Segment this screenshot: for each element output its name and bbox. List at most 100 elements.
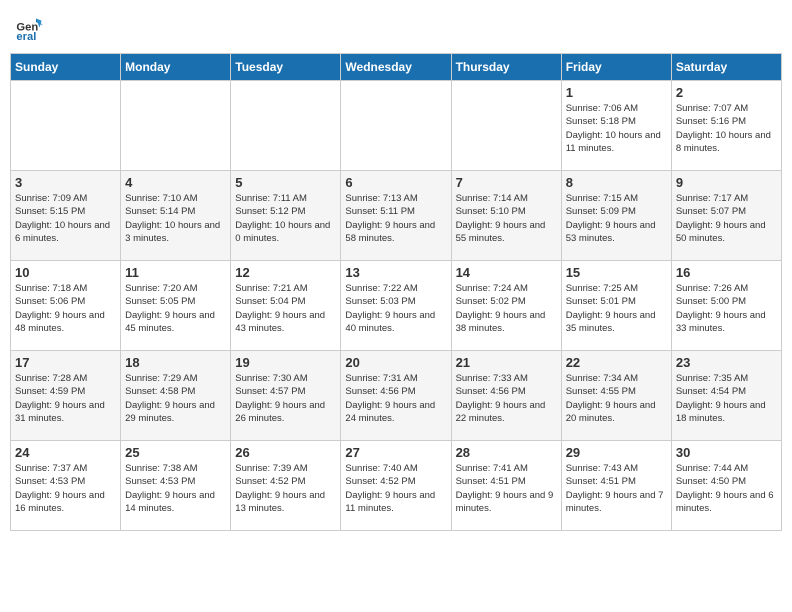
svg-text:eral: eral [16, 31, 36, 43]
weekday-header: Tuesday [231, 54, 341, 81]
calendar-cell: 17 Sunrise: 7:28 AM Sunset: 4:59 PM Dayli… [11, 351, 121, 441]
day-info: Sunrise: 7:28 AM Sunset: 4:59 PM Dayligh… [15, 372, 116, 425]
weekday-header: Monday [121, 54, 231, 81]
calendar-cell: 28 Sunrise: 7:41 AM Sunset: 4:51 PM Dayli… [451, 441, 561, 531]
day-number: 26 [235, 445, 336, 460]
day-number: 1 [566, 85, 667, 100]
calendar-cell [121, 81, 231, 171]
day-info: Sunrise: 7:22 AM Sunset: 5:03 PM Dayligh… [345, 282, 446, 335]
calendar-cell: 8 Sunrise: 7:15 AM Sunset: 5:09 PM Daylig… [561, 171, 671, 261]
day-number: 20 [345, 355, 446, 370]
calendar-cell: 1 Sunrise: 7:06 AM Sunset: 5:18 PM Daylig… [561, 81, 671, 171]
day-number: 11 [125, 265, 226, 280]
day-number: 18 [125, 355, 226, 370]
day-number: 6 [345, 175, 446, 190]
calendar-cell: 6 Sunrise: 7:13 AM Sunset: 5:11 PM Daylig… [341, 171, 451, 261]
day-info: Sunrise: 7:13 AM Sunset: 5:11 PM Dayligh… [345, 192, 446, 245]
day-number: 3 [15, 175, 116, 190]
calendar-week-row: 17 Sunrise: 7:28 AM Sunset: 4:59 PM Dayli… [11, 351, 782, 441]
day-info: Sunrise: 7:06 AM Sunset: 5:18 PM Dayligh… [566, 102, 667, 155]
day-number: 12 [235, 265, 336, 280]
day-info: Sunrise: 7:21 AM Sunset: 5:04 PM Dayligh… [235, 282, 336, 335]
weekday-header: Saturday [671, 54, 781, 81]
calendar: SundayMondayTuesdayWednesdayThursdayFrid… [10, 53, 782, 531]
calendar-cell: 13 Sunrise: 7:22 AM Sunset: 5:03 PM Dayli… [341, 261, 451, 351]
calendar-cell [11, 81, 121, 171]
day-info: Sunrise: 7:11 AM Sunset: 5:12 PM Dayligh… [235, 192, 336, 245]
calendar-cell: 5 Sunrise: 7:11 AM Sunset: 5:12 PM Daylig… [231, 171, 341, 261]
weekday-header: Friday [561, 54, 671, 81]
calendar-cell: 23 Sunrise: 7:35 AM Sunset: 4:54 PM Dayli… [671, 351, 781, 441]
weekday-header: Wednesday [341, 54, 451, 81]
day-info: Sunrise: 7:44 AM Sunset: 4:50 PM Dayligh… [676, 462, 777, 515]
day-info: Sunrise: 7:18 AM Sunset: 5:06 PM Dayligh… [15, 282, 116, 335]
calendar-cell: 3 Sunrise: 7:09 AM Sunset: 5:15 PM Daylig… [11, 171, 121, 261]
day-info: Sunrise: 7:25 AM Sunset: 5:01 PM Dayligh… [566, 282, 667, 335]
day-info: Sunrise: 7:07 AM Sunset: 5:16 PM Dayligh… [676, 102, 777, 155]
day-number: 21 [456, 355, 557, 370]
day-number: 22 [566, 355, 667, 370]
calendar-cell: 7Sunrise: 7:14 AM Sunset: 5:10 PM Daylig… [451, 171, 561, 261]
day-number: 25 [125, 445, 226, 460]
calendar-cell: 12 Sunrise: 7:21 AM Sunset: 5:04 PM Dayli… [231, 261, 341, 351]
day-number: 28 [456, 445, 557, 460]
logo: Gen eral [15, 15, 45, 43]
logo-icon: Gen eral [15, 15, 43, 43]
day-number: 10 [15, 265, 116, 280]
day-info: Sunrise: 7:20 AM Sunset: 5:05 PM Dayligh… [125, 282, 226, 335]
calendar-cell: 25 Sunrise: 7:38 AM Sunset: 4:53 PM Dayli… [121, 441, 231, 531]
day-info: Sunrise: 7:24 AM Sunset: 5:02 PM Dayligh… [456, 282, 557, 335]
day-info: Sunrise: 7:39 AM Sunset: 4:52 PM Dayligh… [235, 462, 336, 515]
calendar-cell: 2 Sunrise: 7:07 AM Sunset: 5:16 PM Daylig… [671, 81, 781, 171]
day-info: Sunrise: 7:43 AM Sunset: 4:51 PM Dayligh… [566, 462, 667, 515]
calendar-cell: 22Sunrise: 7:34 AM Sunset: 4:55 PM Dayli… [561, 351, 671, 441]
calendar-week-row: 10 Sunrise: 7:18 AM Sunset: 5:06 PM Dayli… [11, 261, 782, 351]
calendar-cell: 9Sunrise: 7:17 AM Sunset: 5:07 PM Daylig… [671, 171, 781, 261]
calendar-cell: 26 Sunrise: 7:39 AM Sunset: 4:52 PM Dayli… [231, 441, 341, 531]
calendar-cell: 29 Sunrise: 7:43 AM Sunset: 4:51 PM Dayli… [561, 441, 671, 531]
day-info: Sunrise: 7:26 AM Sunset: 5:00 PM Dayligh… [676, 282, 777, 335]
day-number: 2 [676, 85, 777, 100]
weekday-header-row: SundayMondayTuesdayWednesdayThursdayFrid… [11, 54, 782, 81]
day-info: Sunrise: 7:15 AM Sunset: 5:09 PM Dayligh… [566, 192, 667, 245]
calendar-cell [341, 81, 451, 171]
day-number: 17 [15, 355, 116, 370]
calendar-week-row: 24Sunrise: 7:37 AM Sunset: 4:53 PM Dayli… [11, 441, 782, 531]
day-number: 29 [566, 445, 667, 460]
day-number: 19 [235, 355, 336, 370]
weekday-header: Thursday [451, 54, 561, 81]
calendar-cell: 21 Sunrise: 7:33 AM Sunset: 4:56 PM Dayli… [451, 351, 561, 441]
calendar-cell: 15 Sunrise: 7:25 AM Sunset: 5:01 PM Dayli… [561, 261, 671, 351]
day-info: Sunrise: 7:41 AM Sunset: 4:51 PM Dayligh… [456, 462, 557, 515]
weekday-header: Sunday [11, 54, 121, 81]
day-number: 8 [566, 175, 667, 190]
calendar-cell: 27Sunrise: 7:40 AM Sunset: 4:52 PM Dayli… [341, 441, 451, 531]
day-info: Sunrise: 7:35 AM Sunset: 4:54 PM Dayligh… [676, 372, 777, 425]
day-info: Sunrise: 7:10 AM Sunset: 5:14 PM Dayligh… [125, 192, 226, 245]
day-info: Sunrise: 7:29 AM Sunset: 4:58 PM Dayligh… [125, 372, 226, 425]
day-number: 23 [676, 355, 777, 370]
calendar-week-row: 3 Sunrise: 7:09 AM Sunset: 5:15 PM Daylig… [11, 171, 782, 261]
day-number: 16 [676, 265, 777, 280]
day-info: Sunrise: 7:30 AM Sunset: 4:57 PM Dayligh… [235, 372, 336, 425]
calendar-cell: 10 Sunrise: 7:18 AM Sunset: 5:06 PM Dayli… [11, 261, 121, 351]
calendar-cell: 18 Sunrise: 7:29 AM Sunset: 4:58 PM Dayli… [121, 351, 231, 441]
day-info: Sunrise: 7:40 AM Sunset: 4:52 PM Dayligh… [345, 462, 446, 515]
calendar-cell: 30 Sunrise: 7:44 AM Sunset: 4:50 PM Dayli… [671, 441, 781, 531]
day-number: 24 [15, 445, 116, 460]
day-number: 5 [235, 175, 336, 190]
calendar-cell: 24Sunrise: 7:37 AM Sunset: 4:53 PM Dayli… [11, 441, 121, 531]
calendar-cell: 14 Sunrise: 7:24 AM Sunset: 5:02 PM Dayli… [451, 261, 561, 351]
day-number: 15 [566, 265, 667, 280]
day-number: 4 [125, 175, 226, 190]
day-info: Sunrise: 7:09 AM Sunset: 5:15 PM Dayligh… [15, 192, 116, 245]
day-number: 13 [345, 265, 446, 280]
day-info: Sunrise: 7:31 AM Sunset: 4:56 PM Dayligh… [345, 372, 446, 425]
page-header: Gen eral [10, 10, 782, 43]
day-info: Sunrise: 7:33 AM Sunset: 4:56 PM Dayligh… [456, 372, 557, 425]
day-info: Sunrise: 7:38 AM Sunset: 4:53 PM Dayligh… [125, 462, 226, 515]
calendar-cell: 11 Sunrise: 7:20 AM Sunset: 5:05 PM Dayli… [121, 261, 231, 351]
day-number: 30 [676, 445, 777, 460]
day-number: 14 [456, 265, 557, 280]
calendar-cell [231, 81, 341, 171]
